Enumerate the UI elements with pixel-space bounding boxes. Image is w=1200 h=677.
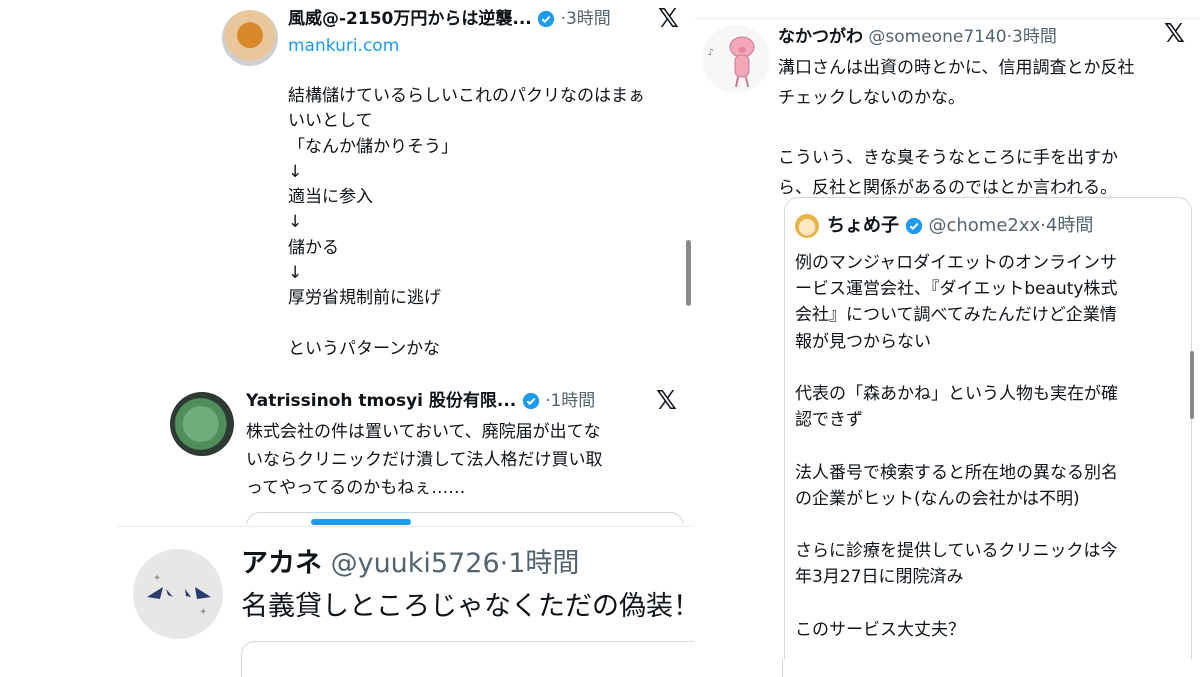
author-name[interactable]: アカネ <box>241 548 322 579</box>
separator: · <box>499 548 509 579</box>
timestamp[interactable]: 3時間 <box>566 9 611 29</box>
pig-icon: ♪ <box>708 36 755 88</box>
tweet-body: 結構儲けているらしいこれのパクリなのはまぁ いいとして 「なんか儲かりそう」 ↓… <box>288 86 645 359</box>
quoted-tweet[interactable]: ちょめ子 @chome2xx·4時間 例のマンジャロダイエットのオンラインサ ー… <box>784 197 1192 659</box>
scrollbar[interactable] <box>1190 351 1194 419</box>
author-handle[interactable]: @yuuki5726 <box>331 548 500 579</box>
tweet-panel-2: Yatrissinoh tmosyi 股份有限... ·1時間 𝕏 株式会社の件… <box>160 384 705 524</box>
scrollbar[interactable] <box>686 240 691 306</box>
tweet-body: 溝口さんは出資の時とかに、信用調査とか反社 チェックしないのかな。 こういう、き… <box>778 58 1135 198</box>
tweet-panel-1: 風威@-2150万円からは逆襲... ·3時間 𝕏 mankuri.com 結構… <box>212 0 700 390</box>
x-logo-icon: 𝕏 <box>656 386 677 416</box>
quote-header: ちょめ子 @chome2xx·4時間 <box>827 212 1093 240</box>
timestamp[interactable]: 3時間 <box>1012 27 1057 47</box>
tweet-header: 風威@-2150万円からは逆襲... ·3時間 <box>288 6 611 32</box>
tweet-body: 株式会社の件は置いておいて、廃院届が出てな いならクリニックだけ潰して法人格だけ… <box>246 422 603 498</box>
verified-badge-icon <box>905 217 922 235</box>
svg-text:✦: ✦ <box>153 573 161 584</box>
avatar[interactable]: ♪ <box>702 25 770 93</box>
eyes-icon: ✦ ✦ <box>147 573 211 618</box>
x-logo-icon: 𝕏 <box>1164 19 1185 49</box>
svg-text:♪: ♪ <box>708 48 714 58</box>
link-text[interactable]: mankuri.com <box>288 36 399 56</box>
tweet-panel-4: ♪ なかつがわ @someone7140·3時間 𝕏 溝口さんは出資の時とかに、… <box>694 18 1200 659</box>
author-handle[interactable]: @chome2xx <box>928 215 1040 236</box>
author-name[interactable]: Yatrissinoh tmosyi 股份有限... <box>246 391 516 411</box>
tweet-header: Yatrissinoh tmosyi 股份有限... ·1時間 <box>246 388 595 414</box>
tweet-header: なかつがわ @someone7140·3時間 <box>778 23 1057 51</box>
author-name[interactable]: なかつがわ <box>778 27 863 47</box>
tweet-header: アカネ @yuuki5726·1時間 <box>241 545 579 583</box>
author-name[interactable]: 風威@-2150万円からは逆襲... <box>288 9 532 29</box>
timestamp[interactable]: 1時間 <box>550 391 595 411</box>
avatar[interactable] <box>222 10 278 66</box>
author-handle[interactable]: @someone7140 <box>868 27 1006 47</box>
timestamp[interactable]: 1時間 <box>508 548 579 579</box>
author-name[interactable]: ちょめ子 <box>827 215 899 236</box>
avatar[interactable] <box>795 214 819 238</box>
verified-badge-icon <box>522 392 539 410</box>
verified-badge-icon <box>537 10 555 28</box>
quote-body: 例のマンジャロダイエットのオンラインサ ービス運営会社、『ダイエットbeauty… <box>795 253 1118 640</box>
svg-text:✦: ✦ <box>199 607 207 618</box>
avatar[interactable]: ✦ ✦ <box>133 549 223 639</box>
timestamp[interactable]: 4時間 <box>1046 215 1093 236</box>
scroll-indicator[interactable] <box>311 519 411 525</box>
avatar[interactable] <box>170 392 234 456</box>
tweet-panel-3: ✦ ✦ アカネ @yuuki5726·1時間 名義貸しところじゃなくただの偽装！… <box>117 526 789 677</box>
x-logo-icon: 𝕏 <box>658 4 679 34</box>
